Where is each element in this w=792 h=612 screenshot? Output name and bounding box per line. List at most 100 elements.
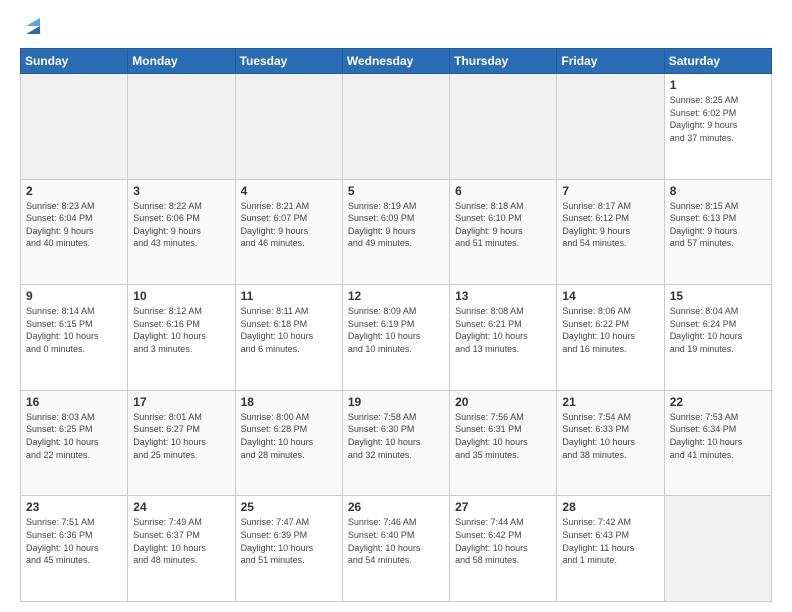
day-info: Sunrise: 8:18 AM Sunset: 6:10 PM Dayligh…	[455, 200, 551, 250]
day-info: Sunrise: 7:42 AM Sunset: 6:43 PM Dayligh…	[562, 516, 658, 566]
calendar-cell: 26 Sunrise: 7:46 AM Sunset: 6:40 PM Dayli…	[342, 496, 449, 602]
day-info: Sunrise: 8:21 AM Sunset: 6:07 PM Dayligh…	[241, 200, 337, 250]
day-info: Sunrise: 7:56 AM Sunset: 6:31 PM Dayligh…	[455, 411, 551, 461]
day-info: Sunrise: 7:51 AM Sunset: 6:36 PM Dayligh…	[26, 516, 122, 566]
calendar-cell: 18 Sunrise: 8:00 AM Sunset: 6:28 PM Dayli…	[235, 390, 342, 496]
calendar-cell: 13 Sunrise: 8:08 AM Sunset: 6:21 PM Dayli…	[450, 285, 557, 391]
calendar-cell: 10 Sunrise: 8:12 AM Sunset: 6:16 PM Dayli…	[128, 285, 235, 391]
logo-icon	[22, 16, 44, 38]
calendar-cell	[664, 496, 771, 602]
calendar-cell: 5 Sunrise: 8:19 AM Sunset: 6:09 PM Daylig…	[342, 179, 449, 285]
col-header-saturday: Saturday	[664, 49, 771, 74]
calendar-cell: 7 Sunrise: 8:17 AM Sunset: 6:12 PM Daylig…	[557, 179, 664, 285]
calendar-cell: 19 Sunrise: 7:58 AM Sunset: 6:30 PM Dayli…	[342, 390, 449, 496]
col-header-monday: Monday	[128, 49, 235, 74]
logo	[20, 16, 44, 38]
day-number: 9	[26, 289, 122, 303]
day-info: Sunrise: 8:23 AM Sunset: 6:04 PM Dayligh…	[26, 200, 122, 250]
calendar-cell: 23 Sunrise: 7:51 AM Sunset: 6:36 PM Dayli…	[21, 496, 128, 602]
day-number: 28	[562, 500, 658, 514]
day-info: Sunrise: 8:22 AM Sunset: 6:06 PM Dayligh…	[133, 200, 229, 250]
day-info: Sunrise: 7:47 AM Sunset: 6:39 PM Dayligh…	[241, 516, 337, 566]
col-header-tuesday: Tuesday	[235, 49, 342, 74]
calendar-cell: 22 Sunrise: 7:53 AM Sunset: 6:34 PM Dayli…	[664, 390, 771, 496]
calendar-cell: 17 Sunrise: 8:01 AM Sunset: 6:27 PM Dayli…	[128, 390, 235, 496]
day-info: Sunrise: 8:12 AM Sunset: 6:16 PM Dayligh…	[133, 305, 229, 355]
day-number: 18	[241, 395, 337, 409]
calendar-cell	[21, 74, 128, 180]
calendar-cell: 4 Sunrise: 8:21 AM Sunset: 6:07 PM Daylig…	[235, 179, 342, 285]
day-number: 21	[562, 395, 658, 409]
page: SundayMondayTuesdayWednesdayThursdayFrid…	[0, 0, 792, 612]
day-info: Sunrise: 8:25 AM Sunset: 6:02 PM Dayligh…	[670, 94, 766, 144]
calendar-cell	[128, 74, 235, 180]
day-number: 14	[562, 289, 658, 303]
calendar-cell: 21 Sunrise: 7:54 AM Sunset: 6:33 PM Dayli…	[557, 390, 664, 496]
calendar-cell: 14 Sunrise: 8:06 AM Sunset: 6:22 PM Dayli…	[557, 285, 664, 391]
day-number: 6	[455, 184, 551, 198]
calendar-table: SundayMondayTuesdayWednesdayThursdayFrid…	[20, 48, 772, 602]
calendar-cell	[450, 74, 557, 180]
day-info: Sunrise: 8:06 AM Sunset: 6:22 PM Dayligh…	[562, 305, 658, 355]
day-number: 2	[26, 184, 122, 198]
day-info: Sunrise: 7:54 AM Sunset: 6:33 PM Dayligh…	[562, 411, 658, 461]
day-number: 24	[133, 500, 229, 514]
day-info: Sunrise: 8:00 AM Sunset: 6:28 PM Dayligh…	[241, 411, 337, 461]
day-info: Sunrise: 8:15 AM Sunset: 6:13 PM Dayligh…	[670, 200, 766, 250]
calendar-cell: 1 Sunrise: 8:25 AM Sunset: 6:02 PM Daylig…	[664, 74, 771, 180]
col-header-wednesday: Wednesday	[342, 49, 449, 74]
day-number: 12	[348, 289, 444, 303]
day-number: 10	[133, 289, 229, 303]
day-number: 4	[241, 184, 337, 198]
calendar-cell: 9 Sunrise: 8:14 AM Sunset: 6:15 PM Daylig…	[21, 285, 128, 391]
day-info: Sunrise: 8:19 AM Sunset: 6:09 PM Dayligh…	[348, 200, 444, 250]
day-number: 17	[133, 395, 229, 409]
day-number: 25	[241, 500, 337, 514]
day-number: 3	[133, 184, 229, 198]
day-number: 8	[670, 184, 766, 198]
calendar-cell: 11 Sunrise: 8:11 AM Sunset: 6:18 PM Dayli…	[235, 285, 342, 391]
calendar-cell: 27 Sunrise: 7:44 AM Sunset: 6:42 PM Dayli…	[450, 496, 557, 602]
day-number: 16	[26, 395, 122, 409]
day-number: 1	[670, 78, 766, 92]
day-number: 22	[670, 395, 766, 409]
col-header-thursday: Thursday	[450, 49, 557, 74]
day-info: Sunrise: 7:46 AM Sunset: 6:40 PM Dayligh…	[348, 516, 444, 566]
day-number: 23	[26, 500, 122, 514]
day-number: 19	[348, 395, 444, 409]
calendar-cell: 12 Sunrise: 8:09 AM Sunset: 6:19 PM Dayli…	[342, 285, 449, 391]
day-number: 13	[455, 289, 551, 303]
day-info: Sunrise: 8:03 AM Sunset: 6:25 PM Dayligh…	[26, 411, 122, 461]
day-info: Sunrise: 8:11 AM Sunset: 6:18 PM Dayligh…	[241, 305, 337, 355]
header	[20, 16, 772, 38]
calendar-cell	[557, 74, 664, 180]
calendar-cell: 15 Sunrise: 8:04 AM Sunset: 6:24 PM Dayli…	[664, 285, 771, 391]
calendar-cell: 28 Sunrise: 7:42 AM Sunset: 6:43 PM Dayli…	[557, 496, 664, 602]
calendar-cell: 3 Sunrise: 8:22 AM Sunset: 6:06 PM Daylig…	[128, 179, 235, 285]
day-info: Sunrise: 8:14 AM Sunset: 6:15 PM Dayligh…	[26, 305, 122, 355]
calendar-cell: 6 Sunrise: 8:18 AM Sunset: 6:10 PM Daylig…	[450, 179, 557, 285]
day-info: Sunrise: 8:09 AM Sunset: 6:19 PM Dayligh…	[348, 305, 444, 355]
day-info: Sunrise: 7:53 AM Sunset: 6:34 PM Dayligh…	[670, 411, 766, 461]
day-info: Sunrise: 8:17 AM Sunset: 6:12 PM Dayligh…	[562, 200, 658, 250]
day-number: 15	[670, 289, 766, 303]
day-info: Sunrise: 7:44 AM Sunset: 6:42 PM Dayligh…	[455, 516, 551, 566]
calendar-cell	[342, 74, 449, 180]
calendar-cell	[235, 74, 342, 180]
day-number: 27	[455, 500, 551, 514]
day-number: 26	[348, 500, 444, 514]
day-info: Sunrise: 8:01 AM Sunset: 6:27 PM Dayligh…	[133, 411, 229, 461]
day-number: 11	[241, 289, 337, 303]
calendar-cell: 25 Sunrise: 7:47 AM Sunset: 6:39 PM Dayli…	[235, 496, 342, 602]
day-number: 20	[455, 395, 551, 409]
day-info: Sunrise: 7:58 AM Sunset: 6:30 PM Dayligh…	[348, 411, 444, 461]
calendar-cell: 20 Sunrise: 7:56 AM Sunset: 6:31 PM Dayli…	[450, 390, 557, 496]
day-number: 7	[562, 184, 658, 198]
calendar-cell: 24Sunrise: 7:49 AM Sunset: 6:37 PM Dayli…	[128, 496, 235, 602]
day-info: Sunrise: 8:08 AM Sunset: 6:21 PM Dayligh…	[455, 305, 551, 355]
calendar-cell: 16 Sunrise: 8:03 AM Sunset: 6:25 PM Dayli…	[21, 390, 128, 496]
calendar-cell: 8 Sunrise: 8:15 AM Sunset: 6:13 PM Daylig…	[664, 179, 771, 285]
day-info: Sunrise: 8:04 AM Sunset: 6:24 PM Dayligh…	[670, 305, 766, 355]
day-number: 5	[348, 184, 444, 198]
calendar-cell: 2 Sunrise: 8:23 AM Sunset: 6:04 PM Daylig…	[21, 179, 128, 285]
